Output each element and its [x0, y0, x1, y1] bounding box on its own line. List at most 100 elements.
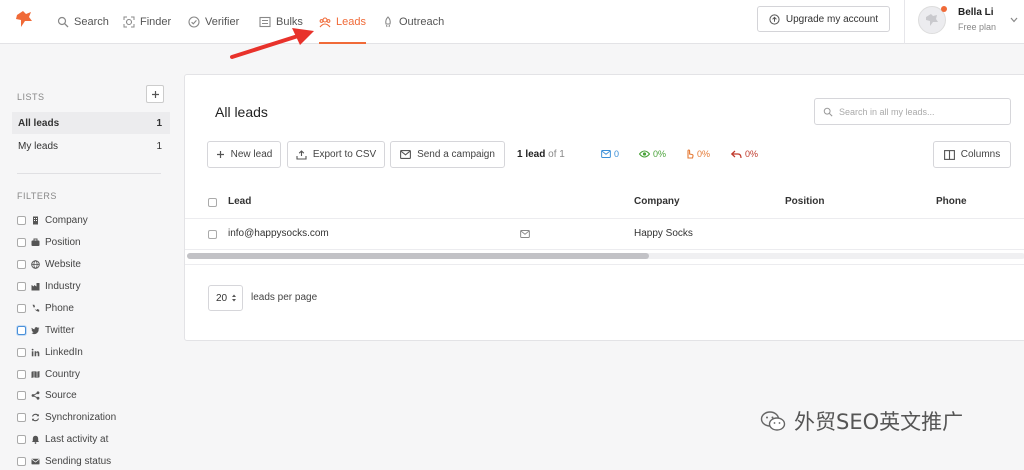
filter-checkbox[interactable] — [17, 259, 26, 269]
filter-website[interactable]: Website — [17, 256, 81, 272]
envelope-icon — [601, 150, 611, 158]
filter-checkbox[interactable] — [17, 347, 26, 357]
search-box[interactable] — [814, 98, 1011, 125]
watermark: 外贸SEO英文推广 — [760, 406, 963, 436]
filter-sending-status[interactable]: Sending status — [17, 453, 111, 469]
send-campaign-label: Send a campaign — [417, 149, 495, 160]
user-plan: Free plan — [958, 22, 997, 32]
notification-dot — [941, 6, 947, 12]
new-lead-button[interactable]: New lead — [207, 141, 281, 168]
finder-icon — [123, 16, 135, 28]
filter-twitter[interactable]: Twitter — [17, 322, 74, 338]
industry-icon — [31, 282, 40, 290]
click-icon — [687, 149, 694, 159]
hunter-logo-icon[interactable] — [14, 9, 34, 29]
check-circle-icon — [188, 16, 200, 28]
filter-checkbox[interactable] — [17, 237, 26, 247]
filter-linkedin[interactable]: LinkedIn — [17, 344, 83, 360]
filter-label: Source — [45, 389, 77, 401]
filter-label: Company — [45, 214, 88, 226]
column-header-position[interactable]: Position — [785, 196, 824, 207]
stat-emails-sent: 0 — [601, 149, 619, 159]
share-icon — [31, 390, 40, 400]
watermark-text: 外贸SEO英文推广 — [794, 410, 964, 434]
filter-phone[interactable]: Phone — [17, 300, 74, 316]
select-all-checkbox[interactable] — [208, 198, 217, 207]
filter-checkbox[interactable] — [17, 456, 26, 466]
column-header-company[interactable]: Company — [634, 196, 680, 207]
filter-checkbox[interactable] — [17, 412, 26, 422]
stat-value: 0% — [653, 149, 667, 159]
filter-checkbox[interactable] — [17, 325, 26, 335]
filter-synchronization[interactable]: Synchronization — [17, 409, 116, 425]
send-campaign-button[interactable]: Send a campaign — [390, 141, 505, 168]
filter-checkbox[interactable] — [17, 281, 26, 291]
nav-leads-label: Leads — [336, 16, 366, 28]
scrollbar-thumb[interactable] — [187, 253, 649, 259]
filter-checkbox[interactable] — [17, 390, 26, 400]
linkedin-icon — [31, 348, 40, 356]
filter-label: Twitter — [45, 324, 75, 336]
filter-country[interactable]: Country — [17, 366, 80, 382]
top-navigation-bar: Search Finder Verifier Bulks Leads Outre… — [0, 0, 1024, 44]
filter-checkbox[interactable] — [17, 215, 26, 225]
plus-icon — [151, 90, 159, 98]
list-item-count: 1 — [156, 140, 162, 152]
chevron-down-icon[interactable] — [1010, 17, 1018, 23]
envelope-icon[interactable] — [520, 230, 530, 238]
plus-icon — [216, 151, 224, 158]
search-icon — [57, 16, 69, 28]
nav-search-label: Search — [74, 16, 109, 28]
filter-label: Country — [45, 368, 81, 380]
filter-label: Position — [45, 236, 81, 248]
upgrade-account-button[interactable]: Upgrade my account — [757, 6, 890, 32]
nav-leads[interactable]: Leads — [319, 0, 366, 44]
filter-checkbox[interactable] — [17, 434, 26, 444]
nav-search[interactable]: Search — [57, 0, 109, 44]
leads-icon — [319, 17, 331, 28]
wechat-icon — [760, 411, 786, 431]
horizontal-scrollbar[interactable] — [187, 253, 1024, 259]
stat-reply-rate: 0% — [731, 149, 758, 159]
list-item-my-leads[interactable]: My leads 1 — [12, 135, 170, 157]
user-name[interactable]: Bella Li — [958, 7, 994, 18]
lead-email[interactable]: info@happysocks.com — [228, 228, 329, 239]
per-page-value: 20 — [216, 292, 228, 304]
divider — [185, 249, 1024, 250]
nav-outreach[interactable]: Outreach — [382, 0, 444, 44]
filter-label: Synchronization — [45, 411, 117, 423]
list-item-count: 1 — [156, 117, 162, 129]
filter-position[interactable]: Position — [17, 234, 81, 250]
select-arrows-icon — [232, 294, 236, 302]
columns-icon — [943, 149, 955, 160]
stat-open-rate: 0% — [639, 149, 666, 159]
export-csv-button[interactable]: Export to CSV — [287, 141, 385, 168]
filters-heading: FILTERS — [17, 191, 57, 201]
column-header-lead[interactable]: Lead — [228, 196, 251, 207]
search-input[interactable] — [839, 106, 999, 117]
filter-industry[interactable]: Industry — [17, 278, 81, 294]
reply-icon — [731, 150, 742, 158]
stat-click-rate: 0% — [685, 149, 710, 159]
list-item-all-leads[interactable]: All leads 1 — [12, 112, 170, 134]
annotation-arrow-icon — [230, 28, 314, 59]
filter-company[interactable]: Company — [17, 212, 88, 228]
per-page-select[interactable]: 20 — [208, 285, 243, 311]
column-header-phone[interactable]: Phone — [936, 196, 967, 207]
add-list-button[interactable] — [146, 85, 164, 103]
leads-panel: All leads New lead Export to CSV Send a … — [184, 74, 1024, 341]
row-checkbox[interactable] — [208, 230, 217, 239]
filter-label: Industry — [45, 280, 81, 292]
globe-icon — [31, 259, 40, 269]
filter-last-activity[interactable]: Last activity at — [17, 431, 108, 447]
filter-source[interactable]: Source — [17, 387, 77, 403]
stat-value: 0% — [697, 149, 711, 159]
filter-label: LinkedIn — [45, 346, 83, 358]
arrow-up-circle-icon — [769, 13, 780, 25]
columns-button[interactable]: Columns — [933, 141, 1011, 168]
filter-checkbox[interactable] — [17, 303, 26, 313]
filter-checkbox[interactable] — [17, 369, 26, 379]
search-icon — [823, 107, 833, 117]
nav-finder[interactable]: Finder — [123, 0, 171, 44]
filter-label: Phone — [45, 302, 74, 314]
